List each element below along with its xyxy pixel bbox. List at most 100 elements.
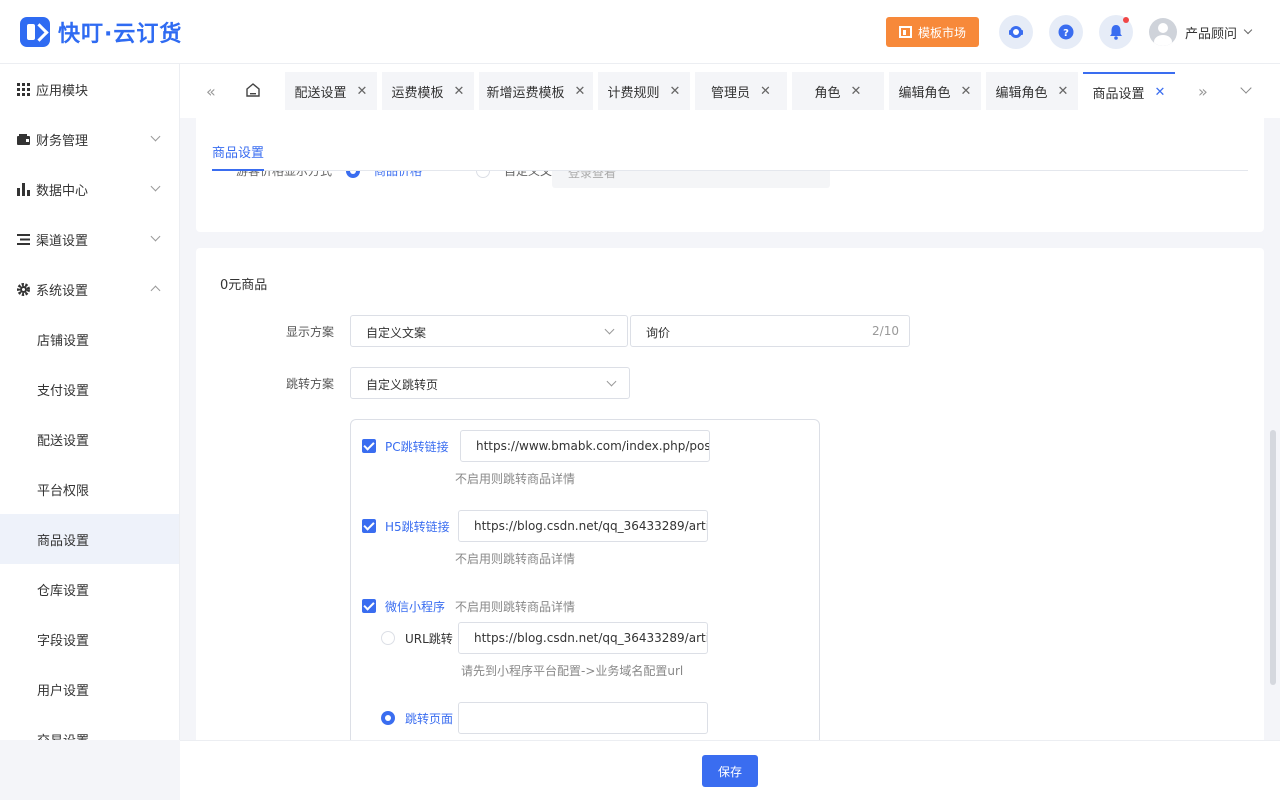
jump-config-panel: PC跳转链接 https://www.bmabk.com/index.php/p…	[350, 419, 820, 740]
sidebar-item-payment-settings[interactable]: 支付设置	[0, 364, 179, 414]
page-jump-radio[interactable]	[381, 711, 395, 725]
section-title: 0元商品	[220, 278, 268, 293]
logo-icon	[20, 17, 50, 47]
pc-link-input[interactable]: https://www.bmabk.com/index.php/post/1	[460, 430, 710, 462]
sidebar-item-finance[interactable]: 财务管理	[0, 114, 179, 164]
tab-freight-template[interactable]: 运费模板 ✕	[382, 72, 474, 110]
tab-new-freight-template[interactable]: 新增运费模板 ✕	[479, 72, 593, 110]
grid-icon	[17, 82, 30, 96]
close-icon[interactable]: ✕	[1155, 85, 1166, 100]
logo-text: 快叮·云订货	[58, 22, 183, 47]
url-jump-hint: 请先到小程序平台配置->业务域名配置url	[461, 664, 684, 678]
close-icon[interactable]: ✕	[575, 84, 586, 99]
chevron-up-icon	[150, 285, 161, 296]
tab-admin[interactable]: 管理员 ✕	[695, 72, 787, 110]
tab-edit-role-2[interactable]: 编辑角色 ✕	[986, 72, 1078, 110]
chevron-down-icon	[150, 181, 161, 192]
jump-scheme-value: 自定义跳转页	[366, 378, 439, 392]
bar-chart-icon	[17, 182, 30, 196]
sidebar-item-delivery-settings[interactable]: 配送设置	[0, 414, 179, 464]
list-icon	[17, 233, 30, 245]
sub-tab-product-settings[interactable]: 商品设置	[212, 142, 265, 171]
close-icon[interactable]: ✕	[760, 84, 771, 99]
chevron-down-icon	[606, 376, 617, 387]
pc-link-label: PC跳转链接	[385, 440, 449, 454]
page-jump-input[interactable]	[458, 702, 708, 734]
jump-scheme-label: 跳转方案	[285, 377, 334, 391]
jump-scheme-select[interactable]: 自定义跳转页	[350, 367, 630, 399]
pc-link-checkbox[interactable]	[362, 439, 376, 453]
url-jump-radio[interactable]	[381, 631, 395, 645]
mini-program-checkbox[interactable]	[362, 599, 376, 613]
pc-link-hint: 不启用则跳转商品详情	[455, 472, 576, 486]
save-button[interactable]: 保存	[702, 755, 758, 787]
h5-link-input[interactable]: https://blog.csdn.net/qq_36433289/articl…	[458, 510, 708, 542]
tab-product-settings[interactable]: 商品设置 ✕	[1083, 72, 1175, 110]
sidebar-item-warehouse-settings[interactable]: 仓库设置	[0, 564, 179, 614]
display-text-input[interactable]: 询价 2/10	[630, 315, 910, 347]
sidebar-item-app-modules[interactable]: 应用模块	[0, 64, 179, 114]
sidebar-item-channel[interactable]: 渠道设置	[0, 214, 179, 264]
sidebar-item-system[interactable]: 系统设置	[0, 264, 179, 314]
close-icon[interactable]: ✕	[1058, 84, 1069, 99]
sidebar-item-trade-settings[interactable]: 交易设置	[0, 714, 179, 741]
sidebar-item-label: 渠道设置	[36, 233, 89, 249]
close-icon[interactable]: ✕	[454, 84, 465, 99]
tabs-scroll-right-icon[interactable]: »	[1198, 82, 1208, 101]
sub-tab-bar-bg	[196, 118, 1264, 171]
sidebar-item-store-settings[interactable]: 店铺设置	[0, 314, 179, 364]
notification-button[interactable]	[1099, 15, 1133, 49]
tab-label: 配送设置	[294, 85, 347, 101]
content-scrollbar[interactable]	[1270, 430, 1276, 685]
home-icon[interactable]	[245, 82, 261, 98]
chevron-down-icon	[150, 231, 161, 242]
chevron-down-icon	[604, 324, 615, 335]
char-counter: 2/10	[872, 324, 899, 338]
close-icon[interactable]: ✕	[851, 84, 862, 99]
tabs-scroll-left-icon[interactable]: «	[206, 82, 216, 101]
display-scheme-value: 自定义文案	[366, 326, 427, 340]
display-text-value: 询价	[646, 326, 671, 340]
close-icon[interactable]: ✕	[670, 84, 681, 99]
main-content: 游客价格显示方式 商品价格 自定义文案 登录查看 商品设置 0元商品 显示方案 …	[180, 118, 1272, 740]
tab-billing-rules[interactable]: 计费规则 ✕	[598, 72, 690, 110]
sidebar-item-label: 数据中心	[36, 183, 89, 199]
sidebar-item-field-settings[interactable]: 字段设置	[0, 614, 179, 664]
user-menu[interactable]: 产品顾问	[1149, 18, 1253, 46]
display-scheme-label: 显示方案	[285, 325, 334, 339]
tab-label: 编辑角色	[995, 85, 1048, 101]
template-market-label: 模板市场	[917, 25, 966, 40]
tab-label: 角色	[814, 85, 841, 101]
sidebar-item-product-settings[interactable]: 商品设置	[0, 514, 179, 564]
footer-bar: 保存	[180, 740, 1280, 800]
user-name: 产品顾问	[1185, 26, 1238, 42]
tabs-dropdown-icon[interactable]	[1240, 82, 1252, 94]
close-icon[interactable]: ✕	[961, 84, 972, 99]
tab-delivery-settings[interactable]: 配送设置 ✕	[285, 72, 377, 110]
bell-icon	[1110, 25, 1122, 40]
help-button[interactable]: ?	[1049, 15, 1083, 49]
gear-icon	[17, 282, 30, 296]
sidebar-item-platform-permissions[interactable]: 平台权限	[0, 464, 179, 514]
app-logo[interactable]: 快叮·云订货	[20, 16, 182, 48]
chevron-down-icon	[150, 131, 161, 142]
tab-label: 新增运费模板	[486, 85, 565, 101]
tab-role[interactable]: 角色 ✕	[792, 72, 884, 110]
zero-price-goods-card: 0元商品 显示方案 自定义文案 询价 2/10 跳转方案 自定义跳转页 PC跳转…	[196, 248, 1264, 740]
display-scheme-select[interactable]: 自定义文案	[350, 315, 628, 347]
sidebar-item-user-settings[interactable]: 用户设置	[0, 664, 179, 714]
sidebar: 应用模块 财务管理 数据中心 渠道设置 系统设置 店铺设置 支付设置 配送设置 …	[0, 64, 180, 740]
close-icon[interactable]: ✕	[357, 84, 368, 99]
tab-bar: « 配送设置 ✕ 运费模板 ✕ 新增运费模板 ✕ 计费规则 ✕ 管理员 ✕ 角色 ✕ 编辑角…	[180, 64, 1280, 118]
sidebar-item-label: 财务管理	[36, 133, 89, 149]
url-jump-input[interactable]: https://blog.csdn.net/qq_36433289/articl…	[458, 622, 708, 654]
tab-label: 计费规则	[607, 85, 660, 101]
h5-link-checkbox[interactable]	[362, 519, 376, 533]
sub-tab-divider	[212, 170, 1248, 171]
template-market-button[interactable]: 模板市场	[886, 17, 979, 47]
sidebar-item-data-center[interactable]: 数据中心	[0, 164, 179, 214]
top-header: 快叮·云订货 模板市场 ? 产品顾问	[0, 0, 1280, 64]
service-button[interactable]	[999, 15, 1033, 49]
tab-edit-role[interactable]: 编辑角色 ✕	[889, 72, 981, 110]
product-settings-card: 游客价格显示方式 商品价格 自定义文案 登录查看 商品设置	[196, 118, 1264, 232]
